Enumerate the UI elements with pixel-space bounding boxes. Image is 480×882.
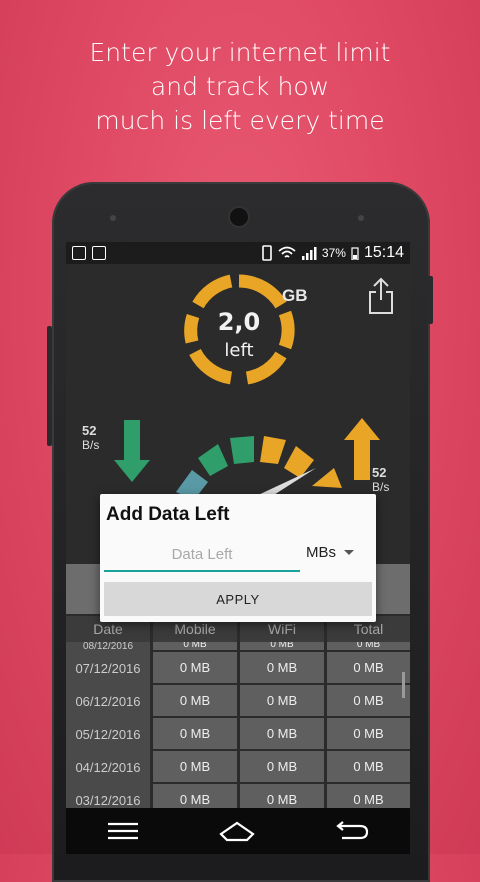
data-left-input[interactable]: [104, 538, 300, 572]
cell-date: 07/12/2016: [66, 652, 150, 685]
cell-wifi: 0 MB: [237, 718, 324, 751]
cell-date: 05/12/2016: [66, 718, 150, 751]
table-body: 08/12/2016 0 MB 0 MB 0 MB 07/12/2016 0 M…: [66, 642, 410, 817]
cell-mobile: 0 MB: [150, 652, 237, 685]
volume-button: [47, 326, 52, 446]
table-row[interactable]: 06/12/2016 0 MB 0 MB 0 MB: [66, 685, 410, 718]
download-arrow-icon: [114, 420, 150, 482]
sensor-dot: [358, 215, 364, 221]
image-icon: [92, 246, 106, 260]
promo-line-1: Enter your internet limit: [89, 38, 391, 67]
dialog-title: Add Data Left: [106, 504, 230, 525]
promo-line-3: much is left every time: [95, 106, 385, 135]
gauge-value: 2,0: [217, 308, 261, 336]
share-icon[interactable]: [366, 276, 396, 316]
cell-total: 0 MB: [324, 718, 410, 751]
cell-wifi: 0 MB: [237, 685, 324, 718]
notification-icon: [72, 246, 86, 260]
table-row[interactable]: 05/12/2016 0 MB 0 MB 0 MB: [66, 718, 410, 751]
home-icon[interactable]: [219, 820, 255, 842]
app-body: 2,0 left GB 52 B/s 52 B/s Date Mobile Wi…: [66, 264, 410, 854]
cell-mobile: 0 MB: [150, 751, 237, 784]
back-icon[interactable]: [334, 820, 370, 842]
cell-wifi: 0 MB: [237, 751, 324, 784]
gauge-unit: GB: [282, 286, 308, 305]
vibrate-icon: [262, 245, 272, 261]
promo-line-2: and track how: [150, 72, 330, 101]
battery-percent: 37%: [321, 246, 346, 260]
cell-mobile: 0 MB: [150, 718, 237, 751]
download-speed-unit: B/s: [82, 438, 100, 452]
cell-mobile: 0 MB: [150, 685, 237, 718]
wifi-icon: [278, 246, 296, 258]
download-speed: 52 B/s: [82, 423, 100, 453]
navigation-bar: [66, 808, 410, 854]
unit-select-value: MBs: [306, 544, 336, 561]
front-camera: [228, 206, 250, 228]
cell-total: 0 MB: [324, 751, 410, 784]
signal-icon: [301, 247, 317, 260]
promo-text: Enter your internet limit and track how …: [0, 36, 480, 138]
add-data-left-dialog: Add Data Left MBs APPLY: [100, 494, 376, 622]
cell-date: 04/12/2016: [66, 751, 150, 784]
power-button: [428, 276, 433, 324]
cell-total: 0 MB: [324, 685, 410, 718]
scrollbar-thumb[interactable]: [402, 672, 405, 698]
data-left-gauge: 2,0 left: [181, 272, 297, 388]
sensor-dot: [110, 215, 116, 221]
phone-screen: 37% 15:14 2,0 left GB 52 B/s 52 B/s Date…: [66, 242, 410, 854]
download-speed-value: 52: [82, 423, 97, 438]
cell-date: 06/12/2016: [66, 685, 150, 718]
cell-wifi: 0 MB: [237, 652, 324, 685]
cell-total: 0 MB: [324, 652, 410, 685]
table-row: 08/12/2016 0 MB 0 MB 0 MB: [66, 642, 410, 652]
clock: 15:14: [363, 244, 404, 261]
unit-select[interactable]: MBs: [306, 544, 354, 561]
chevron-down-icon: [344, 550, 354, 555]
gauge-caption: left: [224, 340, 254, 361]
battery-icon: [351, 247, 359, 260]
table-row[interactable]: 07/12/2016 0 MB 0 MB 0 MB: [66, 652, 410, 685]
menu-icon[interactable]: [106, 821, 140, 841]
upload-arrow-icon: [344, 418, 380, 480]
table-row[interactable]: 04/12/2016 0 MB 0 MB 0 MB: [66, 751, 410, 784]
apply-button[interactable]: APPLY: [104, 582, 372, 616]
speedometer-graphic: [114, 418, 380, 500]
status-bar: 37% 15:14: [66, 242, 410, 264]
